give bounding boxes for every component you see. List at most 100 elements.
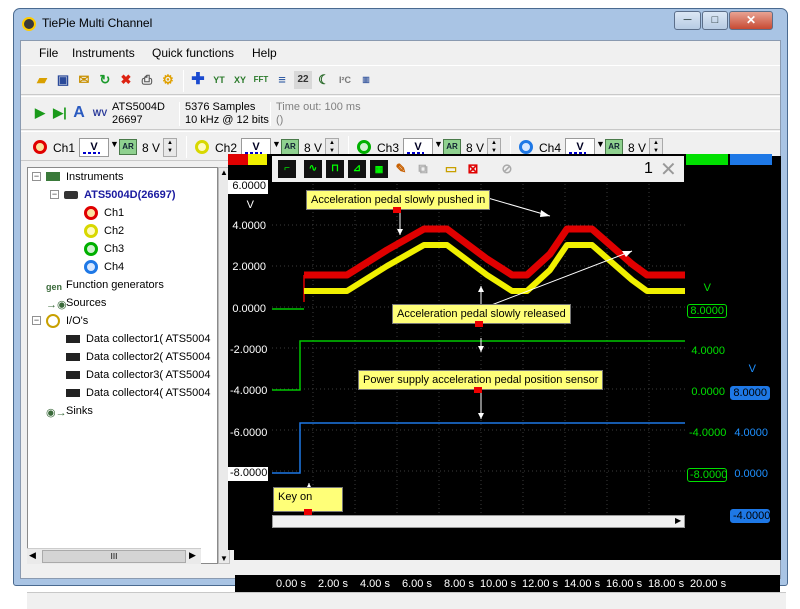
ch4-label[interactable]: Ch4 bbox=[539, 141, 561, 155]
delete-note-icon[interactable]: ⊠ bbox=[464, 160, 482, 178]
ch2-label[interactable]: Ch2 bbox=[215, 141, 237, 155]
ch1-coupling-dropdown[interactable]: V bbox=[79, 138, 109, 157]
ch4-axis-min[interactable]: -4.0000 bbox=[730, 509, 770, 523]
i2c-icon[interactable]: I²C bbox=[336, 71, 354, 89]
x-tick-label: 16.00 s bbox=[606, 578, 643, 590]
chevron-down-icon[interactable]: ▼ bbox=[434, 139, 443, 149]
pulse-icon[interactable]: ⊓ bbox=[326, 160, 344, 178]
collapse-icon[interactable]: − bbox=[32, 316, 41, 325]
note-icon[interactable]: ▭ bbox=[442, 160, 460, 178]
tree-item-data-collector3[interactable]: Data collector3( ATS5004 bbox=[28, 366, 217, 384]
scroll-down-icon[interactable]: ▼ bbox=[220, 554, 228, 563]
settings-icon[interactable]: ⚙ bbox=[159, 71, 177, 89]
annotation-pedal-pushed[interactable]: Acceleration pedal slowly pushed in bbox=[306, 190, 491, 213]
tree-item-ch4[interactable]: Ch4 bbox=[28, 258, 217, 276]
moon-icon[interactable]: ☾ bbox=[315, 71, 333, 89]
tree-item-function-generators[interactable]: gen Function generators bbox=[28, 276, 217, 294]
pencil-icon[interactable]: ✎ bbox=[392, 160, 410, 178]
collapse-icon[interactable]: − bbox=[32, 172, 41, 181]
ch2-auto-range-button[interactable]: AR bbox=[281, 139, 299, 155]
hide-icon[interactable]: ⊘ bbox=[498, 160, 516, 178]
menu-quick-functions[interactable]: Quick functions bbox=[152, 46, 234, 60]
menu-file[interactable]: File bbox=[39, 46, 58, 60]
tree-horizontal-scrollbar[interactable]: ◀ III ▶ bbox=[27, 548, 201, 564]
save-icon[interactable]: ▣ bbox=[54, 71, 72, 89]
close-graph-icon[interactable]: ✕ bbox=[660, 157, 677, 182]
tree-item-instruments[interactable]: − Instruments bbox=[28, 168, 217, 186]
annotation-key-on[interactable]: Key on bbox=[273, 487, 343, 515]
add-icon[interactable]: ✚ bbox=[189, 71, 207, 89]
annotation-pedal-released[interactable]: Acceleration pedal slowly released bbox=[392, 304, 571, 327]
waveform-plot[interactable] bbox=[272, 184, 685, 515]
sine-icon[interactable]: ∿ bbox=[304, 160, 322, 178]
meter-icon[interactable]: ≡ bbox=[273, 71, 291, 89]
collapse-icon[interactable]: − bbox=[50, 190, 59, 199]
annotation-power-supply[interactable]: Power supply acceleration pedal position… bbox=[358, 370, 604, 393]
data-collector-icon bbox=[66, 335, 80, 343]
chevron-down-icon[interactable]: ▼ bbox=[596, 139, 605, 149]
tree-item-data-collector2[interactable]: Data collector2( ATS5004 bbox=[28, 348, 217, 366]
close-button[interactable]: ✕ bbox=[729, 11, 773, 30]
print-icon[interactable]: ⎙ bbox=[138, 71, 156, 89]
refresh-icon[interactable]: ↻ bbox=[96, 71, 114, 89]
auto-setup-icon[interactable]: A bbox=[70, 104, 88, 122]
open-folder-icon[interactable]: ▰ bbox=[33, 71, 51, 89]
annotation-anchor[interactable] bbox=[393, 207, 401, 213]
minimize-button[interactable]: ─ bbox=[674, 11, 701, 30]
chart-yt-icon[interactable]: YT bbox=[210, 71, 228, 89]
ch4-auto-range-button[interactable]: AR bbox=[605, 139, 623, 155]
display-icon[interactable]: 22 bbox=[294, 71, 312, 89]
start-icon[interactable]: ▶ bbox=[31, 104, 49, 122]
chart-xy-icon[interactable]: XY bbox=[231, 71, 249, 89]
instrument-serial: 26697 bbox=[112, 114, 143, 126]
scroll-left-icon[interactable]: ◀ bbox=[29, 550, 36, 561]
x-tick-label: 18.00 s bbox=[648, 578, 685, 590]
tree-item-ch3[interactable]: Ch3 bbox=[28, 240, 217, 258]
title-bar[interactable]: TiePie Multi Channel ─ □ ✕ bbox=[14, 9, 787, 39]
ramp-icon[interactable]: ⊿ bbox=[348, 160, 366, 178]
y-axis-max[interactable]: 6.0000 bbox=[228, 180, 268, 194]
plot-horizontal-scrollbar[interactable]: ▶ bbox=[272, 515, 685, 528]
grid-icon[interactable]: ▦ bbox=[370, 160, 388, 178]
menu-instruments[interactable]: Instruments bbox=[72, 46, 135, 60]
single-run-icon[interactable]: ▶| bbox=[51, 104, 69, 122]
menu-help[interactable]: Help bbox=[252, 46, 277, 60]
tree-item-ios[interactable]: − I/O's bbox=[28, 312, 217, 330]
annotation-text: Acceleration pedal slowly pushed in bbox=[311, 194, 486, 206]
chevron-down-icon[interactable]: ▼ bbox=[272, 139, 281, 149]
chart-fft-icon[interactable]: FFT bbox=[252, 71, 270, 89]
bus-icon[interactable]: ▥ bbox=[357, 71, 375, 89]
scroll-up-icon[interactable]: ▲ bbox=[220, 168, 228, 177]
tree-item-sources[interactable]: →◉ Sources bbox=[28, 294, 217, 312]
delete-icon[interactable]: ✖ bbox=[117, 71, 135, 89]
ch3-axis-min[interactable]: -8.0000 bbox=[687, 468, 727, 482]
ch1-range-spinner[interactable]: ▲ ▼ bbox=[163, 138, 177, 157]
chevron-down-icon[interactable]: ▼ bbox=[110, 139, 119, 149]
scroll-thumb[interactable]: III bbox=[42, 550, 186, 563]
sinks-icon: ◉→ bbox=[46, 407, 67, 419]
tree-item-sinks[interactable]: ◉→ Sinks bbox=[28, 402, 217, 420]
annotation-anchor[interactable] bbox=[474, 387, 482, 393]
ch1-label[interactable]: Ch1 bbox=[53, 141, 75, 155]
ch3-axis-max[interactable]: 8.0000 bbox=[687, 304, 727, 318]
email-icon[interactable]: ✉ bbox=[75, 71, 93, 89]
maximize-button[interactable]: □ bbox=[702, 11, 728, 30]
tree-item-ch2[interactable]: Ch2 bbox=[28, 222, 217, 240]
y-tick-label: -2.0000 bbox=[230, 344, 268, 356]
scroll-right-icon[interactable]: ▶ bbox=[675, 516, 681, 525]
tree-item-device[interactable]: − ATS5004D(26697) bbox=[28, 186, 217, 204]
tree-item-ch1[interactable]: Ch1 bbox=[28, 204, 217, 222]
ch4-axis-max[interactable]: 8.0000 bbox=[730, 386, 770, 400]
annotation-anchor[interactable] bbox=[475, 321, 483, 327]
tree-item-data-collector4[interactable]: Data collector4( ATS5004 bbox=[28, 384, 217, 402]
y-axis-min[interactable]: -8.0000 bbox=[228, 467, 268, 481]
ch3-label[interactable]: Ch3 bbox=[377, 141, 399, 155]
trigger-extra: () bbox=[276, 114, 284, 126]
export-icon[interactable]: ⧉ bbox=[414, 160, 432, 178]
scroll-right-icon[interactable]: ▶ bbox=[189, 550, 196, 561]
waveform-icon[interactable]: WV bbox=[91, 104, 109, 122]
ch3-auto-range-button[interactable]: AR bbox=[443, 139, 461, 155]
tree-item-data-collector1[interactable]: Data collector1( ATS5004 bbox=[28, 330, 217, 348]
ch1-auto-range-button[interactable]: AR bbox=[119, 139, 137, 155]
step-icon[interactable]: ⌐ bbox=[278, 160, 296, 178]
